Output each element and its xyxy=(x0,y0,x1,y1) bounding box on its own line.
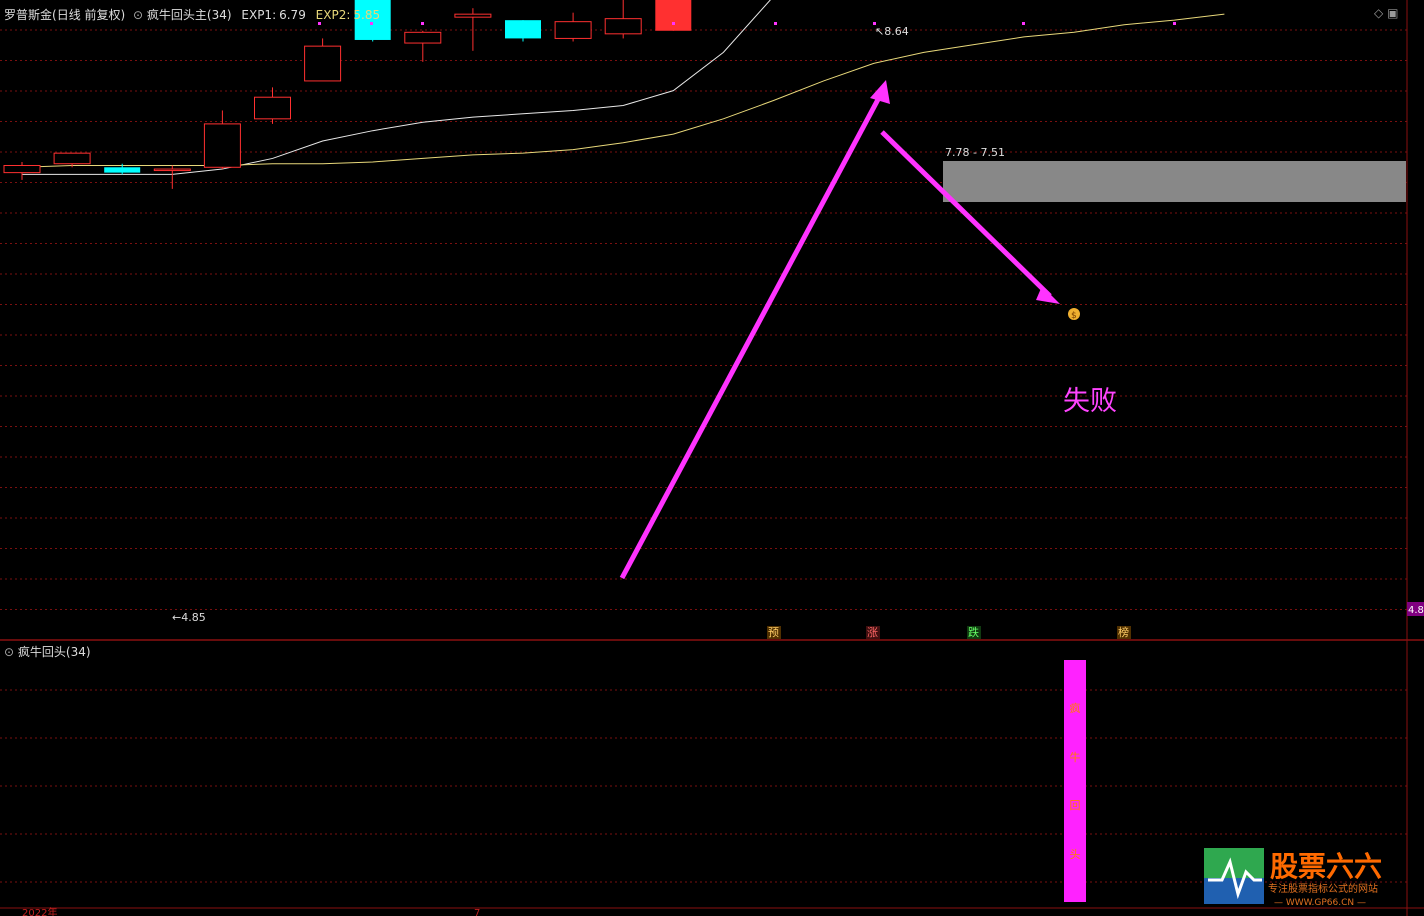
candle-body xyxy=(404,31,442,44)
candle-body xyxy=(454,13,492,18)
signal-bar-char-2: 牛 xyxy=(1070,750,1081,764)
exp2-label: EXP2: xyxy=(315,8,351,22)
right-axis-price: 4.8 xyxy=(1408,605,1424,616)
candle-body xyxy=(3,164,41,174)
candle-body xyxy=(53,152,91,165)
watermark-slogan: 专注股票指标公式的网站 xyxy=(1268,882,1378,895)
candle-body xyxy=(153,168,191,172)
high-annotation: ↖8.64 xyxy=(875,25,909,38)
marker-die: 跌 xyxy=(968,625,979,639)
chart-area[interactable]: ↖8.64 ←4.85 7.78 - 7.51 失败 $ 预 涨 跌 榜 4.8… xyxy=(0,0,1424,916)
up-arrow-head xyxy=(870,80,890,104)
diamond-icon[interactable]: ◇ xyxy=(1374,6,1383,20)
exp2-value: 5.85 xyxy=(353,8,381,22)
candle-body xyxy=(254,96,291,120)
low-annotation: ←4.85 xyxy=(172,611,206,624)
main-panel-header: 罗普斯金(日线 前复权) ⊙ 疯牛回头主(34) EXP1: 6.79 EXP2:… xyxy=(4,6,380,23)
bottom-year-label: 2022年 xyxy=(22,906,57,916)
candle-body xyxy=(304,45,342,82)
watermark-name: 股票六六 xyxy=(1270,850,1382,883)
candle-body xyxy=(554,21,592,39)
watermark-graphic: 股票六六 专注股票指标公式的网站 — WWW.GP66.CN — xyxy=(1204,848,1382,908)
signal-bar-char-1: 疯 xyxy=(1070,701,1081,715)
top-signal-dots xyxy=(318,22,1176,25)
stock-name: 罗普斯金 xyxy=(4,8,53,22)
watermark: 股票六六 专注股票指标公式的网站 — WWW.GP66.CN — xyxy=(1204,844,1416,908)
candle-body xyxy=(505,20,541,39)
bottom-tick-label: 7 xyxy=(474,908,480,916)
signal-bar xyxy=(1064,660,1086,902)
candle-body xyxy=(655,0,692,31)
indicator-name[interactable]: 疯牛回头主(34) xyxy=(147,8,232,22)
period-label: (日线 前复权) xyxy=(52,8,126,22)
candle-body xyxy=(203,123,241,168)
signal-markers: 预 涨 跌 榜 xyxy=(767,625,1131,639)
sub-panel-header: ⊙ 疯牛回头(34) xyxy=(4,643,91,660)
marker-bang: 榜 xyxy=(1118,625,1129,639)
menu-square-icon[interactable]: ▣ xyxy=(1387,6,1398,20)
coin-symbol: $ xyxy=(1071,311,1077,321)
sub-indicator-name[interactable]: 疯牛回头(34) xyxy=(18,645,91,659)
candle-body xyxy=(104,167,141,173)
exp1-value: 6.79 xyxy=(279,8,306,22)
collapse-icon[interactable]: ⊙ xyxy=(133,8,143,22)
watermark-url: — WWW.GP66.CN — xyxy=(1274,898,1366,908)
fail-label: 失败 xyxy=(1063,386,1117,417)
candles xyxy=(3,0,692,189)
marker-yu: 预 xyxy=(768,626,779,639)
marker-zhang: 涨 xyxy=(867,626,878,639)
candle-body xyxy=(604,18,642,35)
sub-collapse-icon[interactable]: ⊙ xyxy=(4,645,14,659)
signal-bar-char-3: 回 xyxy=(1070,799,1081,812)
signal-bar-char-4: 头 xyxy=(1070,848,1081,861)
top-right-controls[interactable]: ◇ ▣ xyxy=(1374,6,1398,20)
resistance-zone xyxy=(943,161,1406,202)
zone-annotation: 7.78 - 7.51 xyxy=(945,146,1005,159)
exp1-label: EXP1: xyxy=(241,8,277,22)
